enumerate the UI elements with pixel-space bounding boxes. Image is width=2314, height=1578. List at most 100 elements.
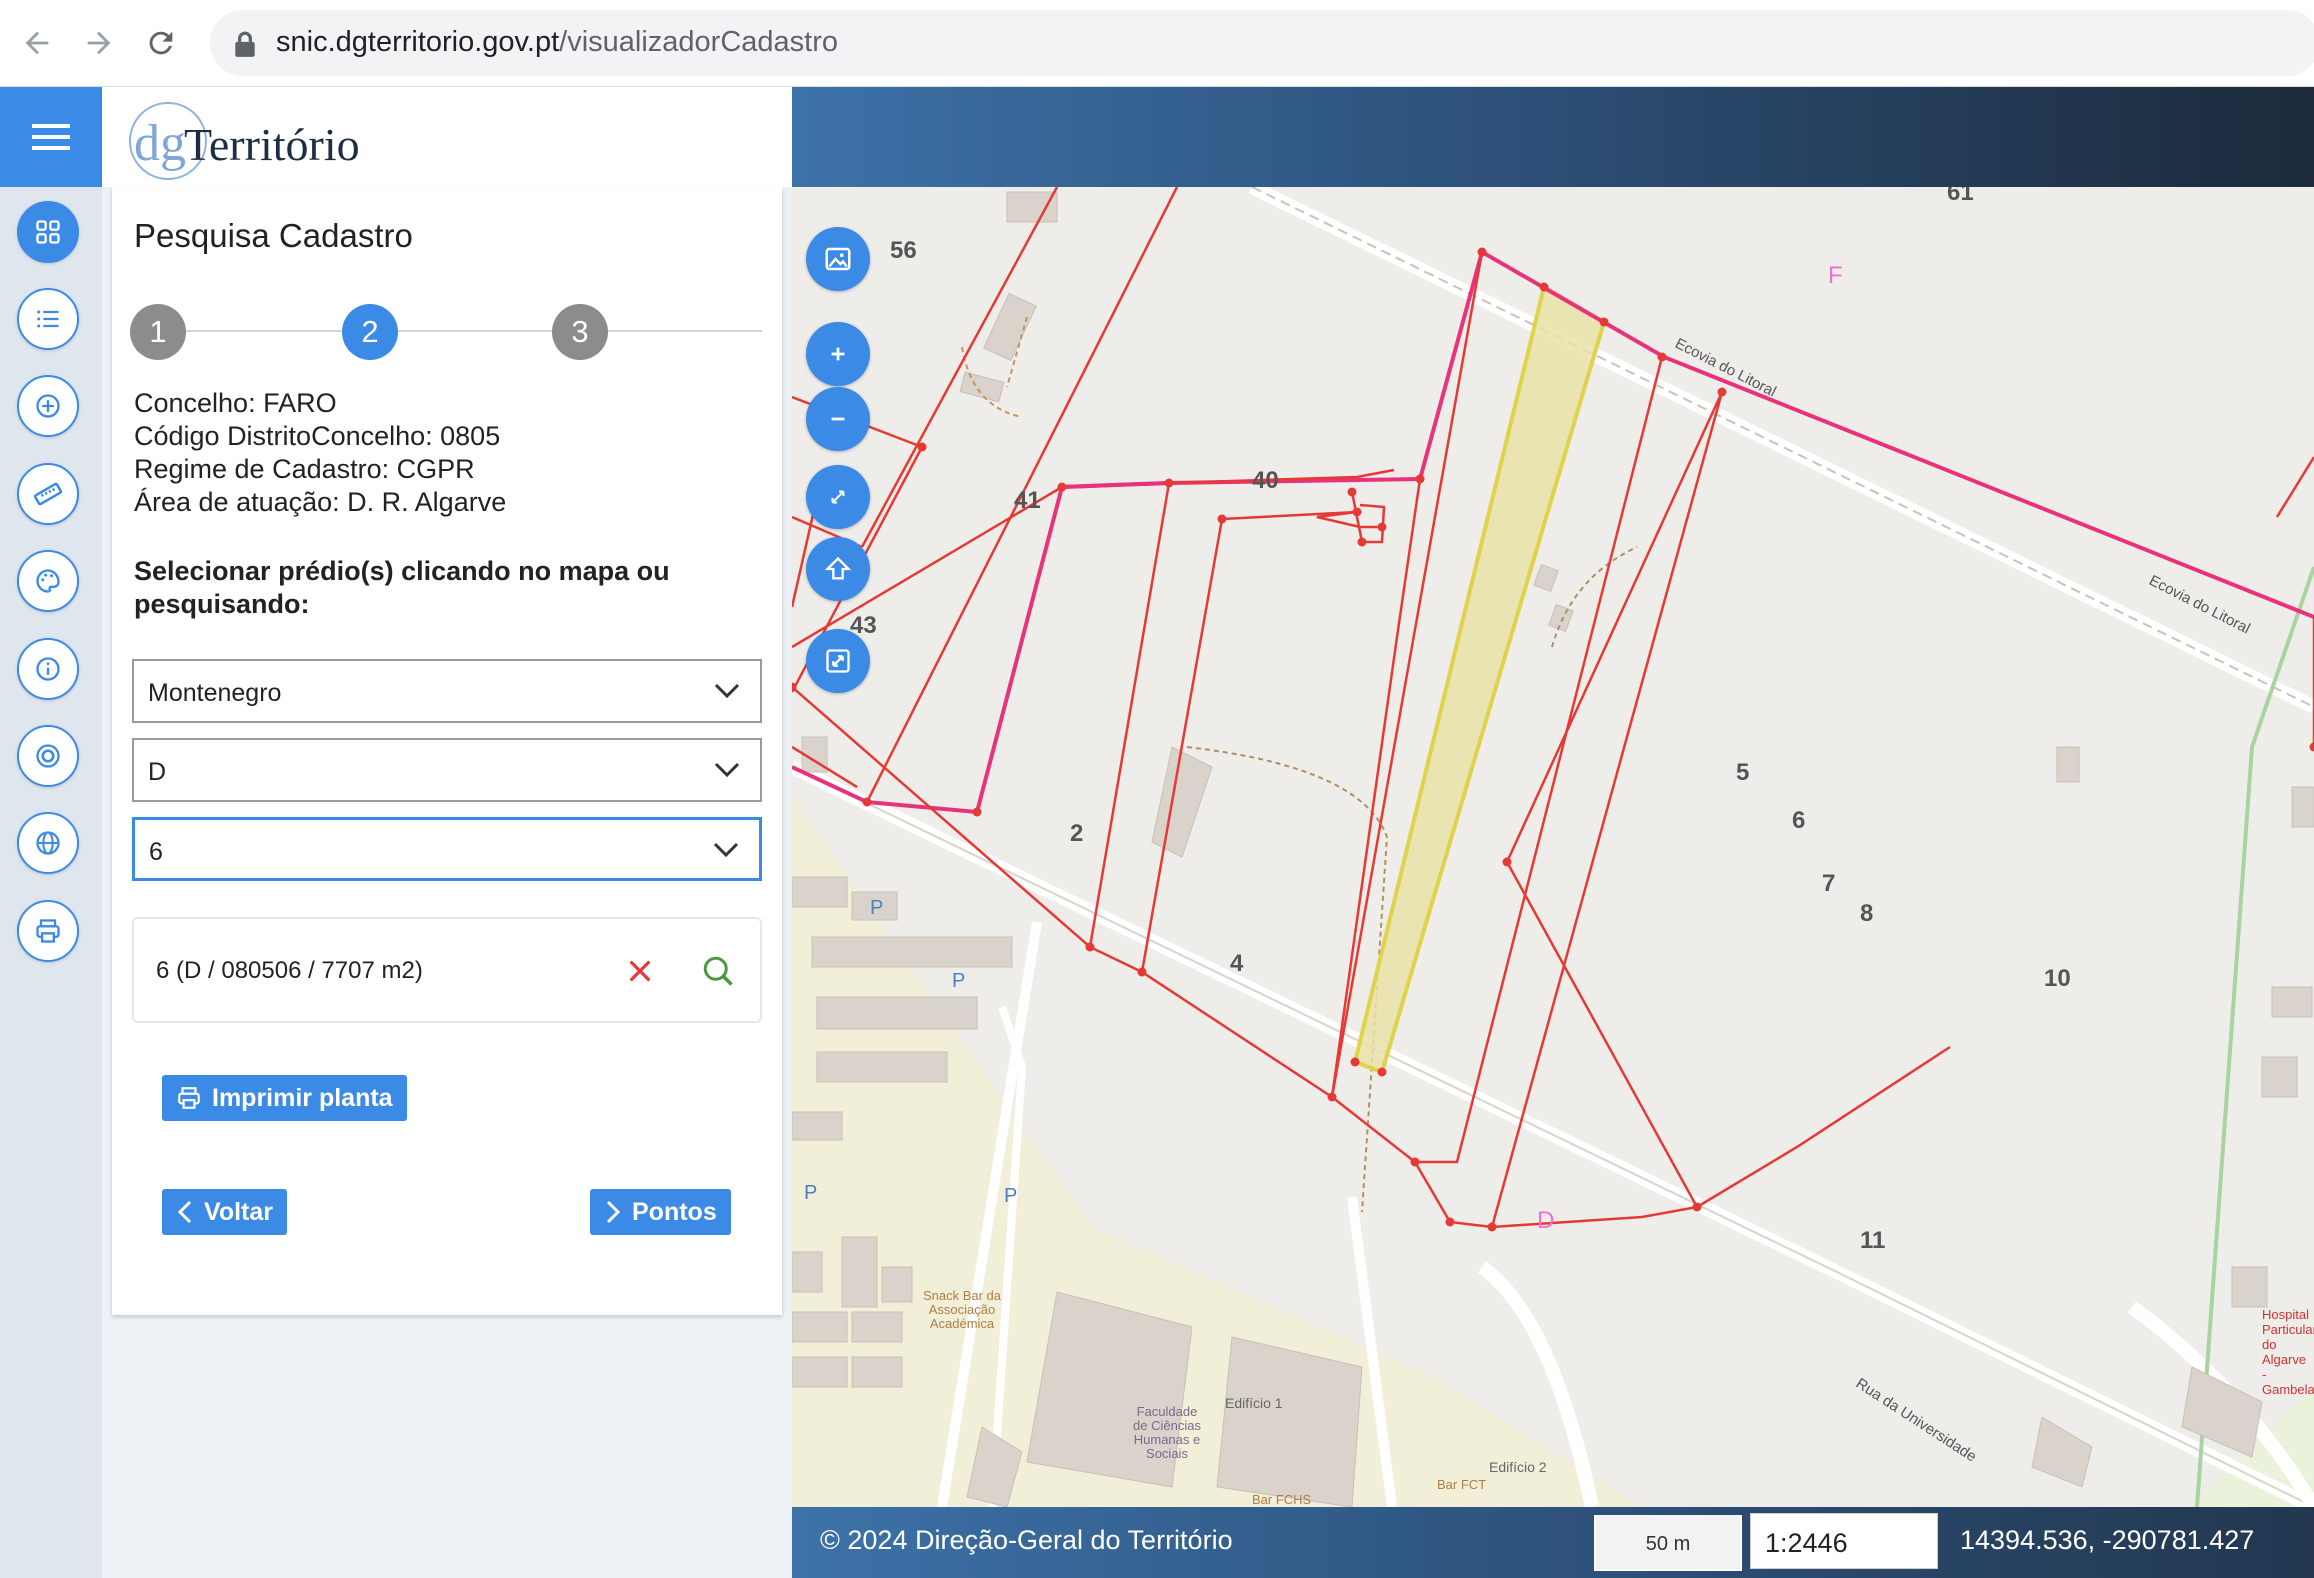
poi-label: Edifício 2 [1489, 1459, 1547, 1475]
browser-toolbar: snic.dgterritorio.gov.pt/visualizadorCad… [0, 0, 2314, 87]
hamburger-menu-button[interactable] [0, 87, 102, 187]
parking-label: P [952, 970, 966, 992]
parcel-label: 11 [1860, 1227, 1886, 1254]
parcel-label: 5 [1736, 759, 1750, 786]
tool-sidebar [0, 187, 102, 1578]
basemap-toggle-button[interactable] [806, 227, 870, 291]
result-text: 6 (D / 080506 / 7707 m2) [156, 957, 423, 984]
info-concelho: Concelho: FARO [134, 388, 337, 418]
parking-label: P [870, 897, 884, 919]
map-footer: © 2024 Direção-Geral do Território 50 m … [792, 1507, 2314, 1578]
zoom-to-icon[interactable] [700, 953, 736, 989]
panel-title: Pesquisa Cadastro [134, 217, 413, 254]
chevron-down-icon [713, 842, 739, 858]
address-bar[interactable]: snic.dgterritorio.gov.pt/visualizadorCad… [210, 10, 2314, 76]
footpath [1551, 546, 1638, 648]
printer-icon [36, 919, 60, 943]
back-arrow-icon[interactable] [12, 18, 62, 68]
freguesia-select[interactable]: Montenegro [132, 659, 762, 723]
fullscreen-button[interactable] [806, 465, 870, 529]
poi-label: Hospital Particular do Algarve - Gambela… [2262, 1307, 2314, 1397]
parcel-label: 41 [1014, 487, 1041, 514]
parcel-label: 56 [890, 237, 917, 264]
svg-text:g: g [160, 115, 186, 172]
step-2[interactable]: 2 [342, 304, 398, 360]
style-button[interactable] [17, 550, 79, 612]
add-layer-button[interactable] [17, 375, 79, 437]
chevron-left-icon [177, 1200, 192, 1224]
chevron-right-icon [606, 1200, 621, 1224]
scale-bar-label: 50 m [1645, 1533, 1691, 1555]
grid-icon [36, 220, 60, 244]
header-band [792, 87, 2314, 187]
svg-text:d: d [134, 115, 160, 172]
print-button[interactable] [17, 900, 79, 962]
expand-icon [831, 490, 845, 504]
forward-arrow-icon[interactable] [74, 18, 124, 68]
scale-bar: 50 m [1594, 1515, 1742, 1571]
logo: d g Território [102, 87, 792, 187]
measure-button[interactable] [17, 463, 79, 525]
menu-icon [32, 124, 70, 150]
stepper-track [142, 330, 762, 332]
zoom-extent-icon [826, 649, 850, 673]
seccao-select[interactable]: D [132, 738, 762, 802]
dgterritorio-logo: d g Território [129, 102, 360, 180]
logo-text: Território [184, 119, 360, 170]
instruction-text: Selecionar prédio(s) clicando no mapa ou… [134, 556, 670, 619]
copyright-text: © 2024 Direção-Geral do Território [820, 1525, 1233, 1555]
artigo-select[interactable]: 6 [132, 817, 762, 881]
scale-value: 1:2446 [1765, 1528, 1848, 1558]
back-button[interactable]: Voltar [162, 1189, 287, 1235]
parcel-label: 40 [1252, 467, 1279, 494]
ruler-icon [33, 482, 63, 506]
info-button[interactable] [17, 638, 79, 700]
poi-label: Snack Bar da Associação Académica [922, 1288, 1002, 1331]
parcel-label: 61 [1947, 187, 1974, 206]
parcel-label: 10 [2044, 965, 2071, 992]
parking-label: P [804, 1182, 818, 1204]
zoom-in-button[interactable] [806, 322, 870, 386]
seccao-value: D [148, 758, 167, 786]
search-panel: Pesquisa Cadastro 1 2 3 Concelho: FARO C… [112, 187, 782, 1315]
layers-list-button[interactable] [17, 288, 79, 350]
list-icon [37, 310, 59, 328]
cadastral-map[interactable]: 56 41 40 43 2 4 5 6 7 8 10 11 61 F D Eco… [792, 187, 2314, 1507]
home-extent-button[interactable] [806, 537, 870, 601]
url-text: snic.dgterritorio.gov.pt/visualizadorCad… [276, 26, 839, 58]
zoom-to-selection-button[interactable] [806, 629, 870, 693]
minus-icon [831, 417, 845, 421]
scale-input[interactable]: 1:2446 [1750, 1513, 1938, 1569]
chevron-down-icon [714, 683, 740, 699]
chevron-down-icon [714, 762, 740, 778]
target-icon [36, 744, 60, 768]
parcel-label: 7 [1822, 870, 1836, 897]
info-codigo: Código DistritoConcelho: 0805 [134, 421, 501, 451]
zoom-out-button[interactable] [806, 387, 870, 451]
coordinates-readout: 14394.536, -290781.427 [1960, 1525, 2255, 1555]
apps-grid-button[interactable] [17, 201, 79, 263]
globe-icon [36, 831, 60, 855]
section-letter: F [1828, 262, 1843, 289]
next-label: Pontos [632, 1197, 717, 1226]
section-letter: D [1537, 1207, 1555, 1234]
parking-label: P [1004, 1185, 1018, 1207]
municipality-info: Concelho: FARO Código DistritoConcelho: … [134, 387, 506, 519]
poi-label: Faculdade de Ciências Humanas e Sociais [1133, 1404, 1201, 1461]
palette-icon [36, 569, 60, 593]
base-map-button[interactable] [17, 812, 79, 874]
next-button[interactable]: Pontos [590, 1189, 731, 1235]
reload-icon[interactable] [136, 18, 186, 68]
freguesia-value: Montenegro [148, 679, 282, 707]
locate-button[interactable] [17, 725, 79, 787]
step-1[interactable]: 1 [130, 304, 186, 360]
print-plan-button[interactable]: Imprimir planta [162, 1075, 407, 1121]
step-3[interactable]: 3 [552, 304, 608, 360]
parcel-label: 8 [1860, 900, 1874, 927]
info-regime: Regime de Cadastro: CGPR [134, 454, 475, 484]
image-icon [825, 247, 851, 271]
info-icon [36, 657, 60, 681]
remove-icon[interactable] [624, 955, 656, 987]
back-label: Voltar [204, 1197, 273, 1226]
map-canvas[interactable] [792, 187, 2314, 1507]
